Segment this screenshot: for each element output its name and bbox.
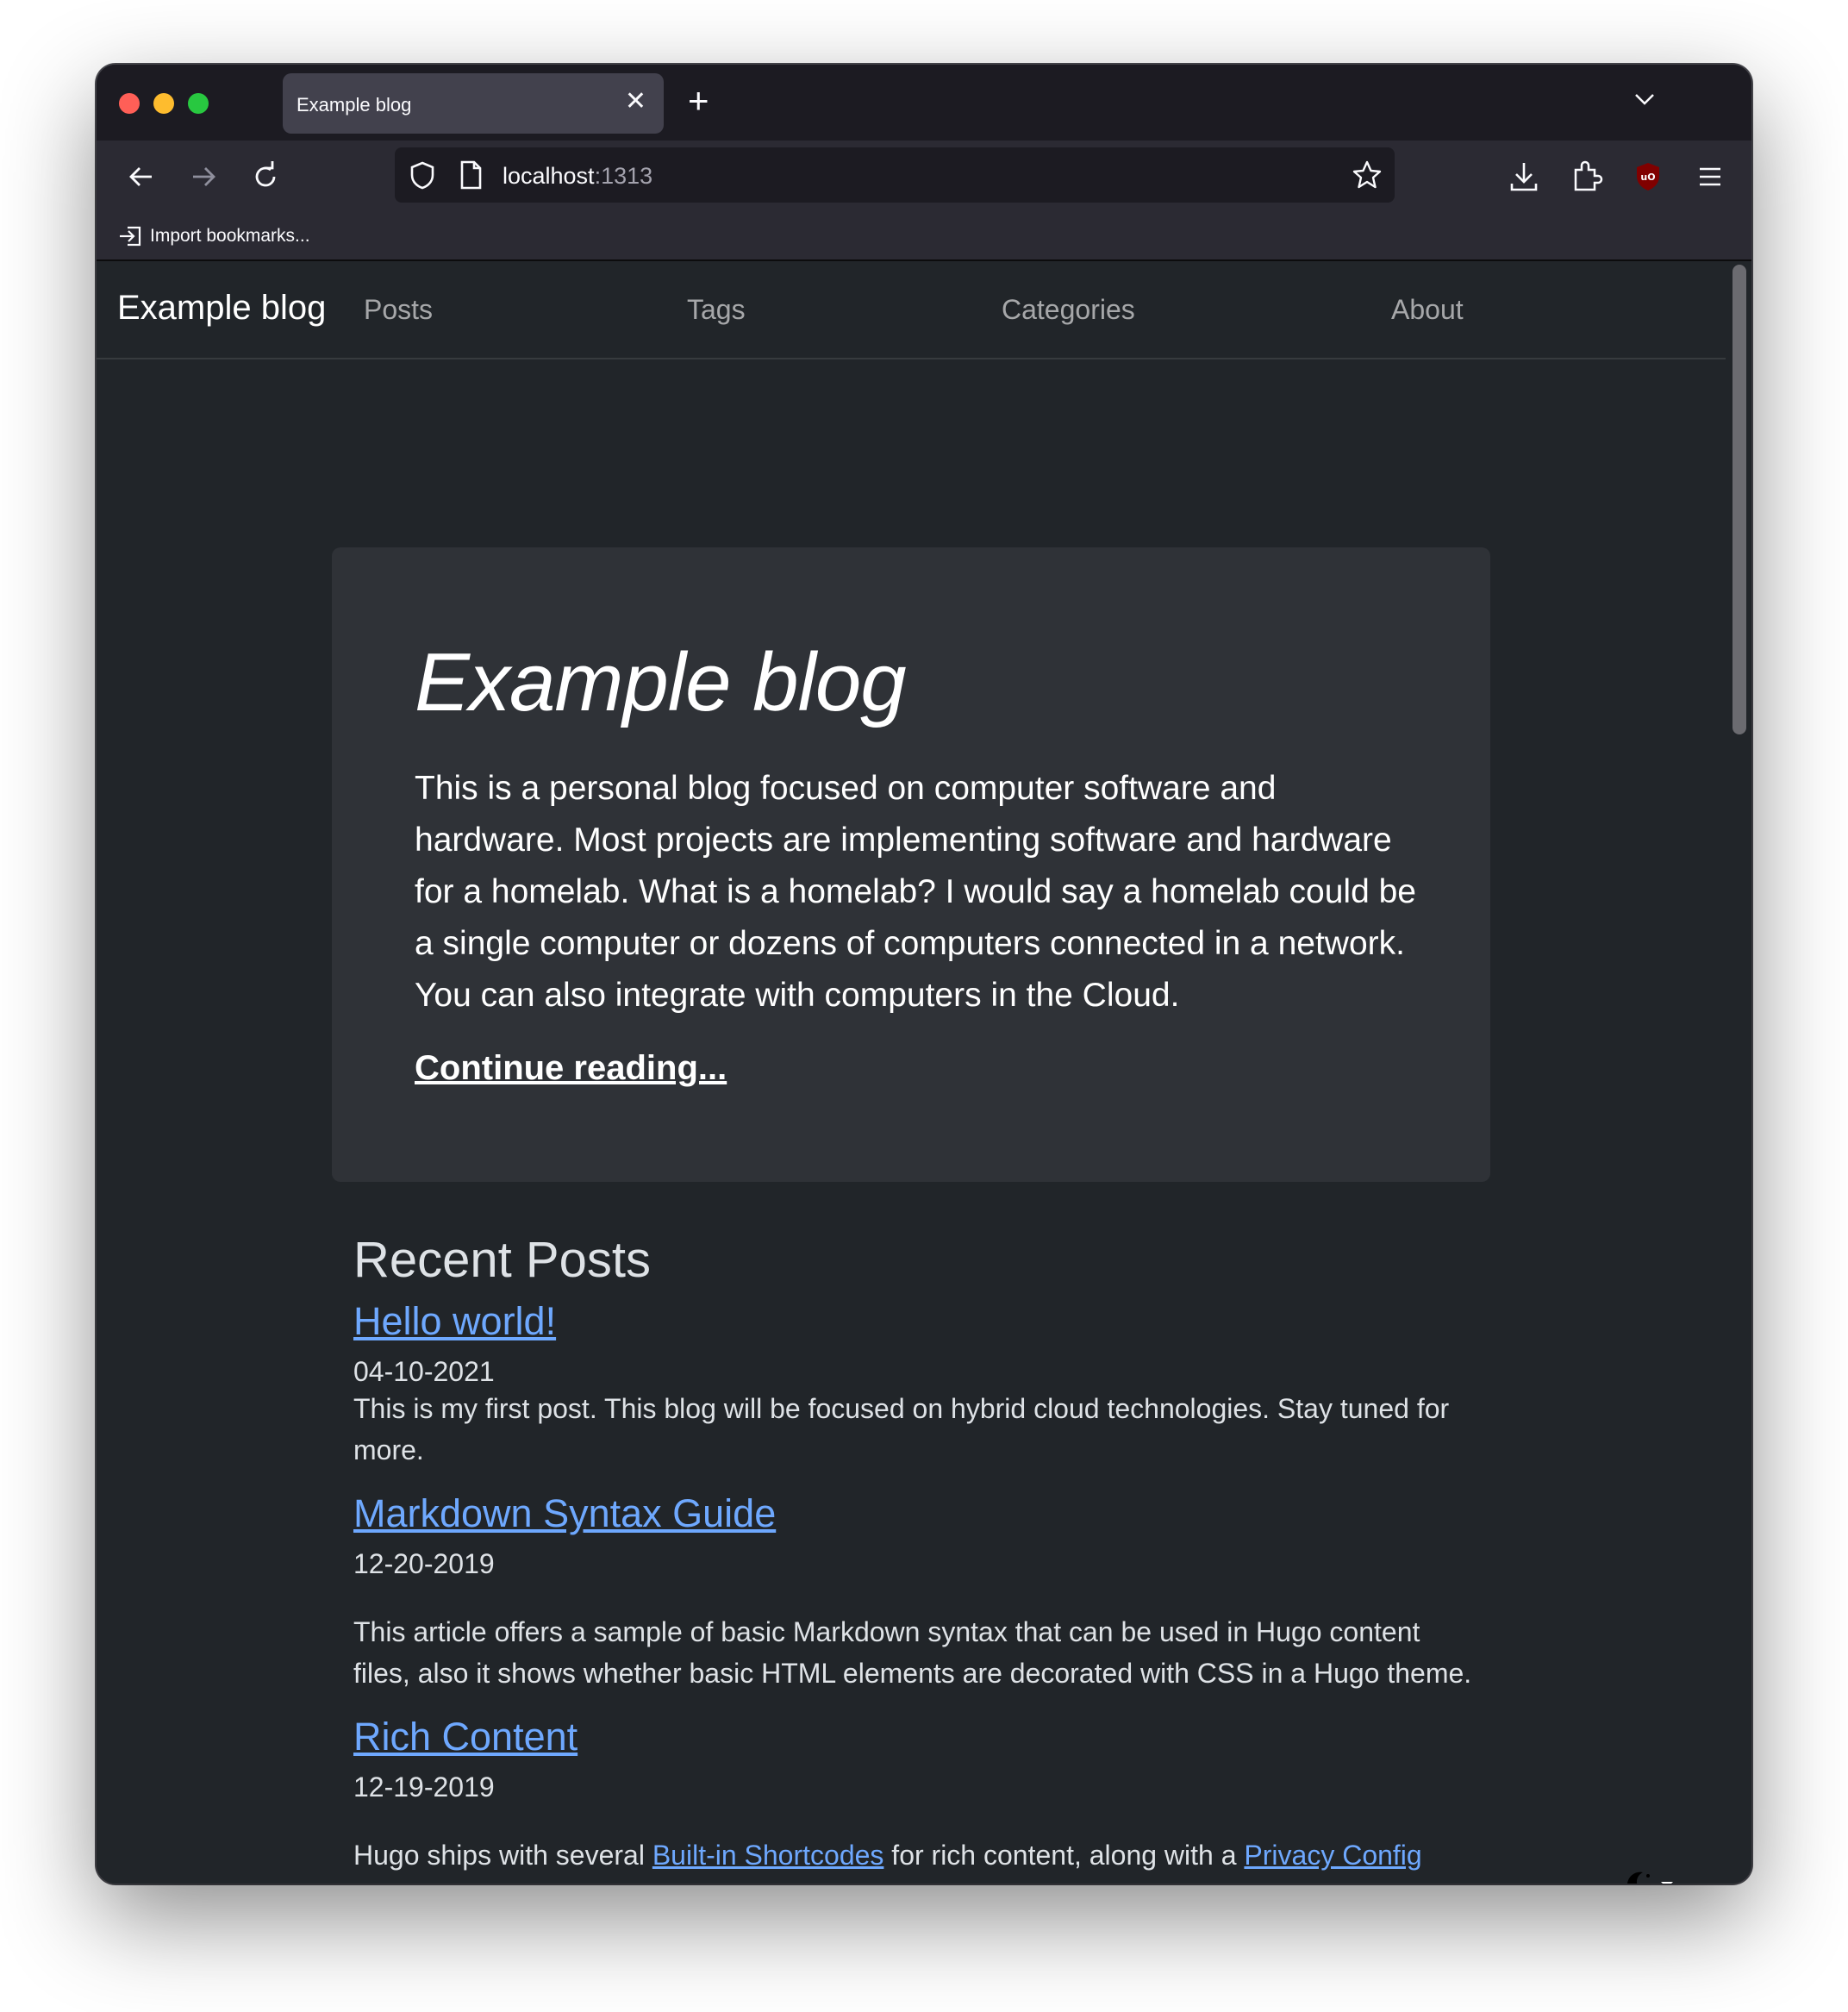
ublock-icon[interactable]: uO: [1629, 158, 1667, 196]
scrollbar-thumb[interactable]: [1732, 265, 1746, 734]
minimize-window-button[interactable]: [153, 93, 174, 114]
post-date: 12-19-2019: [353, 1771, 495, 1803]
post-summary: This is my first post. This blog will be…: [353, 1393, 1450, 1465]
site-navbar: Example blog Posts Tags Categories About: [97, 261, 1726, 359]
recent-posts-heading: Recent Posts: [353, 1232, 651, 1288]
maximize-window-button[interactable]: [188, 93, 209, 114]
builtin-shortcodes-link[interactable]: Built-in Shortcodes: [652, 1840, 884, 1871]
url-text[interactable]: localhost:1313: [503, 163, 652, 190]
web-page: Example blog Posts Tags Categories About…: [97, 261, 1726, 1884]
extensions-icon[interactable]: [1567, 158, 1605, 196]
browser-tab[interactable]: Example blog ✕: [283, 73, 664, 134]
recent-posts-section: Recent Posts Hello world! 04-10-2021 Thi…: [353, 1231, 1474, 1876]
url-port: :1313: [594, 163, 653, 189]
post-summary: This article offers a sample of basic Ma…: [353, 1616, 1472, 1689]
post-title-link[interactable]: Rich Content: [353, 1715, 578, 1759]
post-date: 12-20-2019: [353, 1548, 495, 1579]
svg-text:uO: uO: [1640, 172, 1655, 183]
nav-toolbar: localhost:1313 uO: [97, 141, 1751, 213]
moon-icon: [1627, 1871, 1650, 1884]
import-bookmarks-link[interactable]: Import bookmarks...: [117, 223, 310, 249]
title-bar: Example blog ✕ +: [97, 65, 1751, 141]
continue-reading-link[interactable]: Continue reading...: [415, 1049, 727, 1088]
shield-icon[interactable]: [407, 159, 438, 191]
close-window-button[interactable]: [119, 93, 140, 114]
post-title-link[interactable]: Hello world!: [353, 1299, 556, 1344]
page-icon[interactable]: [457, 159, 484, 191]
featured-description: This is a personal blog focused on compu…: [415, 770, 1417, 1014]
site-brand[interactable]: Example blog: [117, 289, 326, 328]
import-bookmarks-label: Import bookmarks...: [150, 226, 310, 246]
url-bar[interactable]: localhost:1313: [395, 147, 1395, 203]
post-title-link[interactable]: Markdown Syntax Guide: [353, 1491, 776, 1536]
new-tab-button[interactable]: +: [688, 83, 709, 119]
star-icon[interactable]: [1352, 159, 1383, 191]
post-item: Rich Content 12-19-2019 Hugo ships with …: [353, 1715, 1474, 1876]
tab-title: Example blog: [297, 94, 412, 116]
post-date: 04-10-2021: [353, 1356, 495, 1387]
theme-toggle-button[interactable]: [1622, 1867, 1676, 1884]
nav-link-posts[interactable]: Posts: [364, 294, 433, 326]
post-summary: Hugo ships with several Built-in Shortco…: [353, 1834, 1474, 1876]
privacy-config-link[interactable]: Privacy Config: [1244, 1840, 1421, 1871]
url-host: localhost: [503, 163, 595, 189]
post-item: Markdown Syntax Guide 12-20-2019 This ar…: [353, 1491, 1474, 1694]
close-tab-icon[interactable]: ✕: [625, 89, 646, 115]
summary-text: Hugo ships with several: [353, 1840, 652, 1871]
caret-down-icon: [1661, 1882, 1673, 1884]
download-icon[interactable]: [1505, 158, 1543, 196]
browser-window: Example blog ✕ + localhost:1313 uO Impor…: [97, 65, 1751, 1884]
post-item: Hello world! 04-10-2021 This is my first…: [353, 1299, 1474, 1471]
summary-text: for rich content, along with a: [883, 1840, 1245, 1871]
nav-link-about[interactable]: About: [1391, 294, 1464, 326]
menu-icon[interactable]: [1691, 158, 1729, 196]
nav-link-tags[interactable]: Tags: [687, 294, 746, 326]
featured-post-card: Example blog This is a personal blog foc…: [332, 547, 1490, 1182]
forward-arrow-icon[interactable]: [184, 158, 222, 196]
bookmarks-toolbar: Import bookmarks...: [97, 213, 1751, 261]
reload-icon[interactable]: [247, 158, 284, 196]
chevron-down-icon[interactable]: [1633, 87, 1657, 111]
back-arrow-icon[interactable]: [122, 158, 160, 196]
nav-link-categories[interactable]: Categories: [1002, 294, 1135, 326]
import-icon: [120, 226, 141, 247]
featured-title: Example blog: [415, 636, 907, 728]
